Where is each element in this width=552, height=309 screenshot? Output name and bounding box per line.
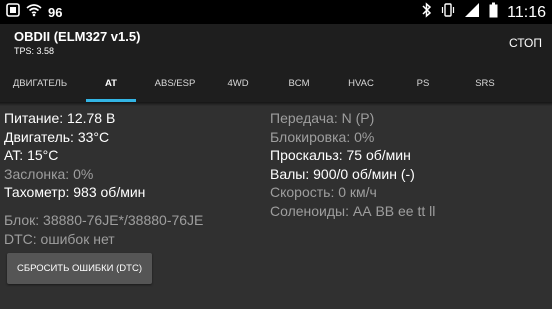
tab-bcm[interactable]: BCM bbox=[268, 65, 330, 102]
tab-abs-esp[interactable]: ABS/ESP bbox=[142, 65, 208, 102]
at-temperature: AT: 15°C bbox=[4, 147, 59, 164]
stop-button[interactable]: СТОП bbox=[509, 36, 542, 50]
notification-count: 96 bbox=[48, 5, 63, 20]
tab-4wd[interactable]: 4WD bbox=[208, 65, 268, 102]
app-title: OBDII (ELM327 v1.5) bbox=[14, 29, 141, 44]
signal-icon bbox=[464, 2, 480, 23]
shafts-value: Валы: 900/0 об/мин (-) bbox=[270, 165, 415, 182]
status-bar-left: 96 bbox=[6, 3, 62, 22]
unit-id: Блок: 38880-76JE*/38880-76JE bbox=[4, 212, 204, 228]
action-bar: OBDII (ELM327 v1.5) TPS: 3.58 СТОП bbox=[0, 24, 552, 65]
right-values: Передача: N (P) Блокировка: 0% Проскальз… bbox=[270, 109, 435, 221]
gear-value: Передача: N (P) bbox=[270, 110, 375, 126]
solenoids-value: Соленоиды: АА ВВ ее tt ll bbox=[270, 202, 436, 219]
clock: 11:16 bbox=[507, 3, 546, 21]
dtc-status: DTC: ошибок нет bbox=[4, 230, 115, 247]
tachometer-value: Тахометр: 983 об/мин bbox=[4, 184, 146, 201]
vibrate-icon bbox=[441, 2, 455, 23]
bluetooth-icon bbox=[422, 2, 432, 23]
notification-icon bbox=[6, 3, 20, 22]
speed-value: Скорость: 0 км/ч bbox=[270, 184, 377, 201]
tab-engine[interactable]: ДВИГАТЕЛЬ bbox=[0, 65, 80, 102]
status-bar: 96 11:16 bbox=[0, 0, 552, 24]
tab-hvac[interactable]: HVAC bbox=[330, 65, 392, 102]
block-info: Блок: 38880-76JE*/38880-76JE DTC: ошибок… bbox=[4, 211, 203, 248]
wifi-icon bbox=[26, 3, 42, 22]
tab-srs[interactable]: SRS bbox=[454, 65, 516, 102]
app-subtitle: TPS: 3.58 bbox=[14, 46, 55, 56]
tab-bar-shadow bbox=[0, 102, 552, 106]
tab-ps[interactable]: PS bbox=[392, 65, 454, 102]
tab-at[interactable]: AT bbox=[80, 65, 142, 102]
lockup-value: Блокировка: 0% bbox=[270, 128, 375, 145]
status-bar-right: 11:16 bbox=[422, 2, 546, 23]
tab-bar: ДВИГАТЕЛЬ AT ABS/ESP 4WD BCM HVAC PS SRS bbox=[0, 65, 552, 102]
left-values: Питание: 12.78 В Двигатель: 33°C AT: 15°… bbox=[4, 109, 145, 202]
throttle-value: Заслонка: 0% bbox=[4, 165, 94, 182]
power-voltage: Питание: 12.78 В bbox=[4, 110, 116, 126]
engine-temperature: Двигатель: 33°C bbox=[4, 128, 110, 145]
battery-icon bbox=[489, 2, 498, 23]
slip-value: Проскальз: 75 об/мин bbox=[270, 147, 411, 164]
reset-dtc-button[interactable]: СБРОСИТЬ ОШИБКИ (DTC) bbox=[7, 253, 152, 284]
